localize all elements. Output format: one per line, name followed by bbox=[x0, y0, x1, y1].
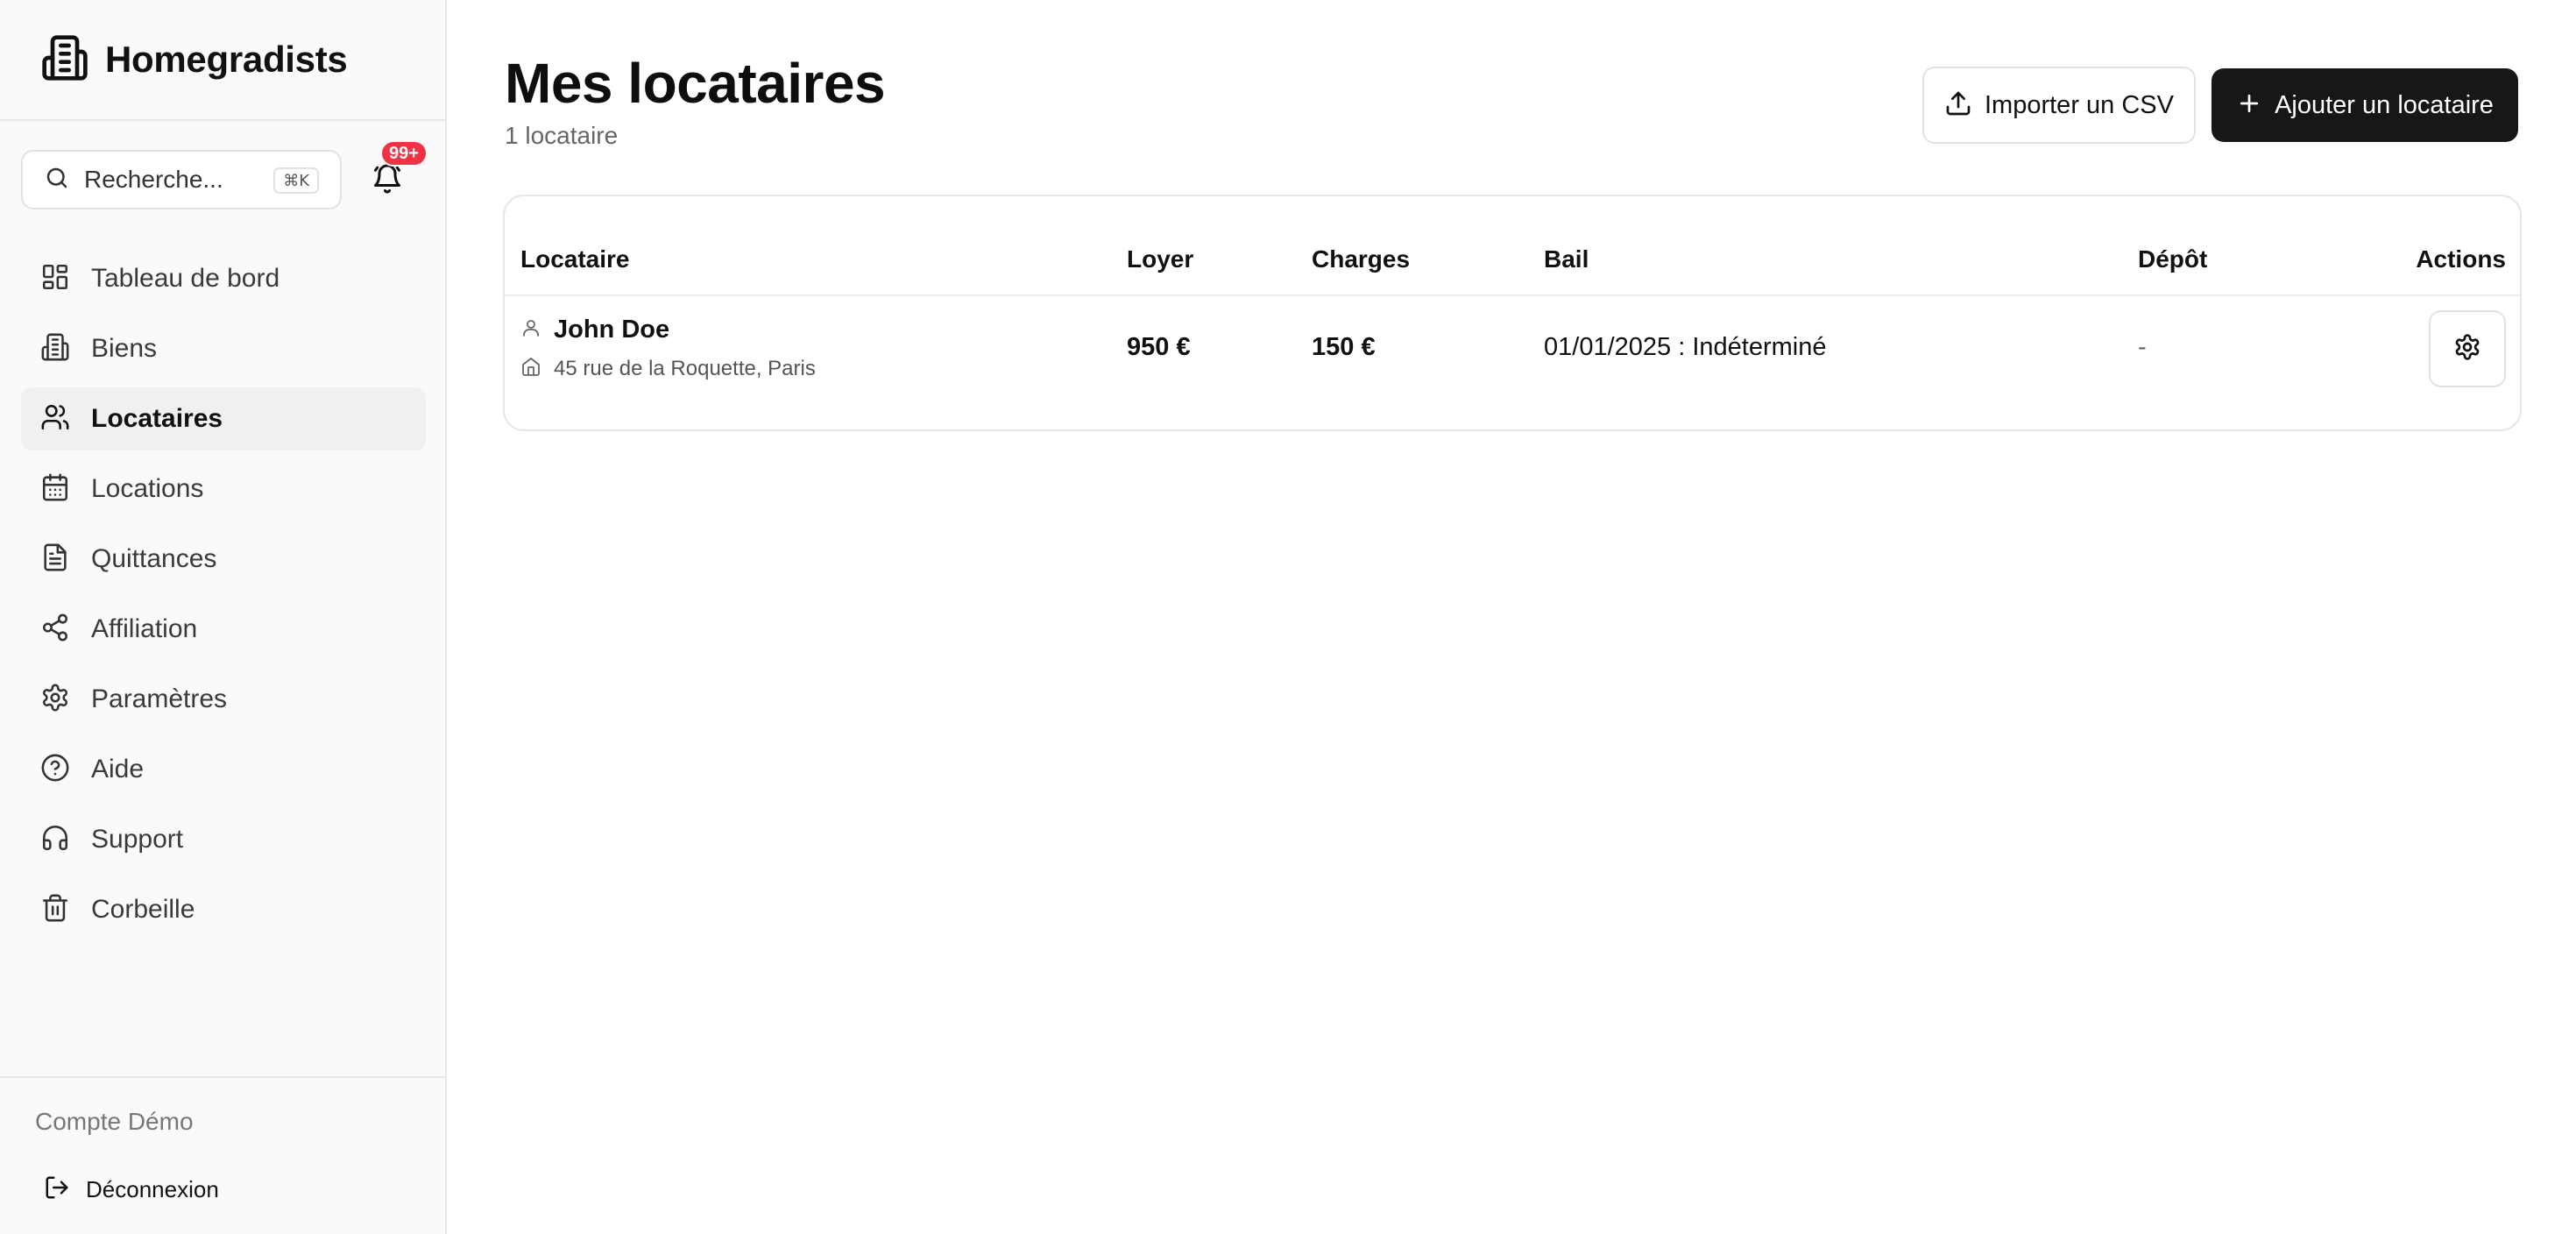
sidebar-item-trash[interactable]: Corbeille bbox=[21, 878, 426, 941]
sidebar-item-receipts[interactable]: Quittances bbox=[21, 528, 426, 591]
brand-name: Homegradists bbox=[105, 39, 348, 80]
sidebar-item-rentals[interactable]: Locations bbox=[21, 457, 426, 521]
sidebar-item-label: Quittances bbox=[91, 544, 217, 573]
add-tenant-button[interactable]: Ajouter un locataire bbox=[2212, 68, 2518, 142]
sidebar-item-label: Affiliation bbox=[91, 614, 198, 643]
tenant-address: 45 rue de la Roquette, Paris bbox=[554, 356, 816, 380]
sidebar-item-tenants[interactable]: Locataires bbox=[21, 387, 426, 450]
row-settings-button[interactable] bbox=[2429, 310, 2506, 387]
home-icon bbox=[520, 356, 541, 381]
trash-icon bbox=[40, 893, 70, 927]
sidebar-item-support[interactable]: Support bbox=[21, 808, 426, 871]
tenant-address-cell: 45 rue de la Roquette, Paris bbox=[520, 356, 816, 381]
sidebar-item-settings[interactable]: Paramètres bbox=[21, 668, 426, 731]
calendar-icon bbox=[40, 472, 70, 507]
account-name: Compte Démo bbox=[35, 1108, 194, 1135]
column-header-lease[interactable]: Bail bbox=[1544, 245, 1589, 273]
sidebar-item-affiliation[interactable]: Affiliation bbox=[21, 598, 426, 661]
dashboard-icon bbox=[40, 262, 70, 296]
gear-icon bbox=[40, 683, 70, 717]
document-icon bbox=[40, 543, 70, 577]
sidebar-nav: Tableau de bord Biens Locataires Locatio… bbox=[21, 247, 426, 948]
gear-icon bbox=[2453, 333, 2481, 365]
headphones-icon bbox=[40, 823, 70, 857]
sidebar: Homegradists Recherche... ⌘K 99+ Tableau… bbox=[0, 0, 447, 1234]
help-circle-icon bbox=[40, 753, 70, 787]
sidebar-item-label: Locations bbox=[91, 474, 204, 503]
sidebar-item-label: Biens bbox=[91, 334, 158, 363]
plus-icon bbox=[2236, 90, 2262, 121]
table-row[interactable]: John Doe 45 rue de la Roquette, Paris 95… bbox=[505, 296, 2520, 429]
search-input[interactable]: Recherche... ⌘K bbox=[21, 150, 342, 209]
search-placeholder: Recherche... bbox=[84, 166, 223, 193]
sidebar-item-label: Aide bbox=[91, 755, 145, 784]
tenant-count: 1 locataire bbox=[505, 122, 619, 149]
notification-badge: 99+ bbox=[380, 140, 428, 167]
column-header-charges[interactable]: Charges bbox=[1312, 245, 1410, 273]
users-icon bbox=[40, 402, 70, 436]
logout-label: Déconnexion bbox=[86, 1176, 219, 1202]
tenant-cell: John Doe bbox=[520, 316, 669, 344]
user-icon bbox=[520, 317, 541, 343]
sidebar-item-dashboard[interactable]: Tableau de bord bbox=[21, 247, 426, 310]
logout-icon bbox=[44, 1174, 70, 1205]
tenant-name[interactable]: John Doe bbox=[554, 316, 669, 344]
keyboard-shortcut: ⌘K bbox=[273, 167, 319, 194]
lease-value: 01/01/2025 : Indéterminé bbox=[1544, 333, 1827, 361]
logout-button[interactable]: Déconnexion bbox=[44, 1174, 219, 1205]
sidebar-item-label: Tableau de bord bbox=[91, 264, 280, 293]
rent-value: 950 € bbox=[1127, 333, 1191, 361]
sidebar-item-label: Locataires bbox=[91, 404, 223, 433]
sidebar-item-label: Support bbox=[91, 825, 184, 854]
bell-icon bbox=[372, 163, 403, 199]
page-title: Mes locataires bbox=[505, 52, 886, 115]
column-header-deposit[interactable]: Dépôt bbox=[2138, 245, 2207, 273]
sidebar-item-help[interactable]: Aide bbox=[21, 738, 426, 801]
column-header-tenant[interactable]: Locataire bbox=[520, 245, 630, 273]
import-csv-label: Importer un CSV bbox=[1985, 90, 2174, 119]
share-icon bbox=[40, 613, 70, 647]
column-header-rent[interactable]: Loyer bbox=[1127, 245, 1193, 273]
import-csv-button[interactable]: Importer un CSV bbox=[1922, 67, 2196, 144]
sidebar-item-properties[interactable]: Biens bbox=[21, 317, 426, 380]
sidebar-item-label: Paramètres bbox=[91, 684, 228, 713]
column-header-actions: Actions bbox=[2416, 245, 2506, 273]
divider bbox=[0, 119, 445, 121]
search-icon bbox=[44, 165, 70, 195]
charges-value: 150 € bbox=[1312, 333, 1376, 361]
tenants-table: Locataire Loyer Charges Bail Dépôt Actio… bbox=[503, 195, 2522, 431]
brand[interactable]: Homegradists bbox=[40, 33, 348, 87]
building-icon bbox=[40, 332, 70, 366]
sidebar-item-label: Corbeille bbox=[91, 895, 195, 924]
divider bbox=[0, 1076, 445, 1078]
building-icon bbox=[40, 33, 89, 87]
deposit-value: - bbox=[2138, 333, 2147, 361]
upload-icon bbox=[1944, 89, 1972, 122]
add-tenant-label: Ajouter un locataire bbox=[2275, 90, 2494, 119]
